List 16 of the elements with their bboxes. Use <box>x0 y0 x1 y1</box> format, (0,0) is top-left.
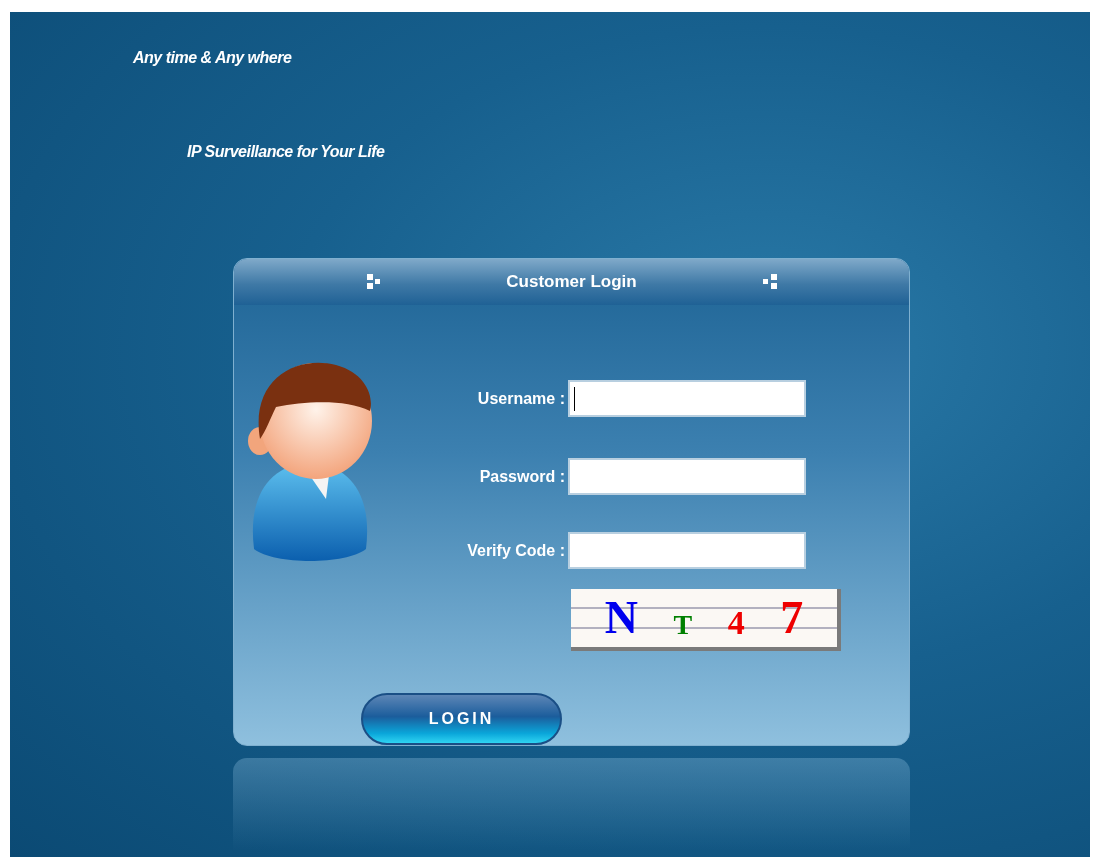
captcha-character: N <box>604 595 638 641</box>
input-field[interactable] <box>568 380 806 417</box>
captcha-character: 7 <box>780 595 804 641</box>
squares-icon <box>760 274 777 290</box>
field-label: Password : <box>478 466 566 487</box>
captcha-character: T <box>673 611 693 639</box>
tagline: Any time & Any where <box>133 48 292 68</box>
field-label: Username : <box>476 388 566 409</box>
panel-title: Customer Login <box>505 271 638 294</box>
input-field[interactable] <box>568 532 806 569</box>
login-button[interactable]: LOGIN <box>361 693 562 745</box>
captcha-character: 4 <box>727 606 745 640</box>
field-label: Verify Code : <box>466 540 566 561</box>
input-field[interactable] <box>568 458 806 495</box>
tagline: IP Surveillance for Your Life <box>187 142 385 162</box>
squares-icon <box>366 274 383 290</box>
